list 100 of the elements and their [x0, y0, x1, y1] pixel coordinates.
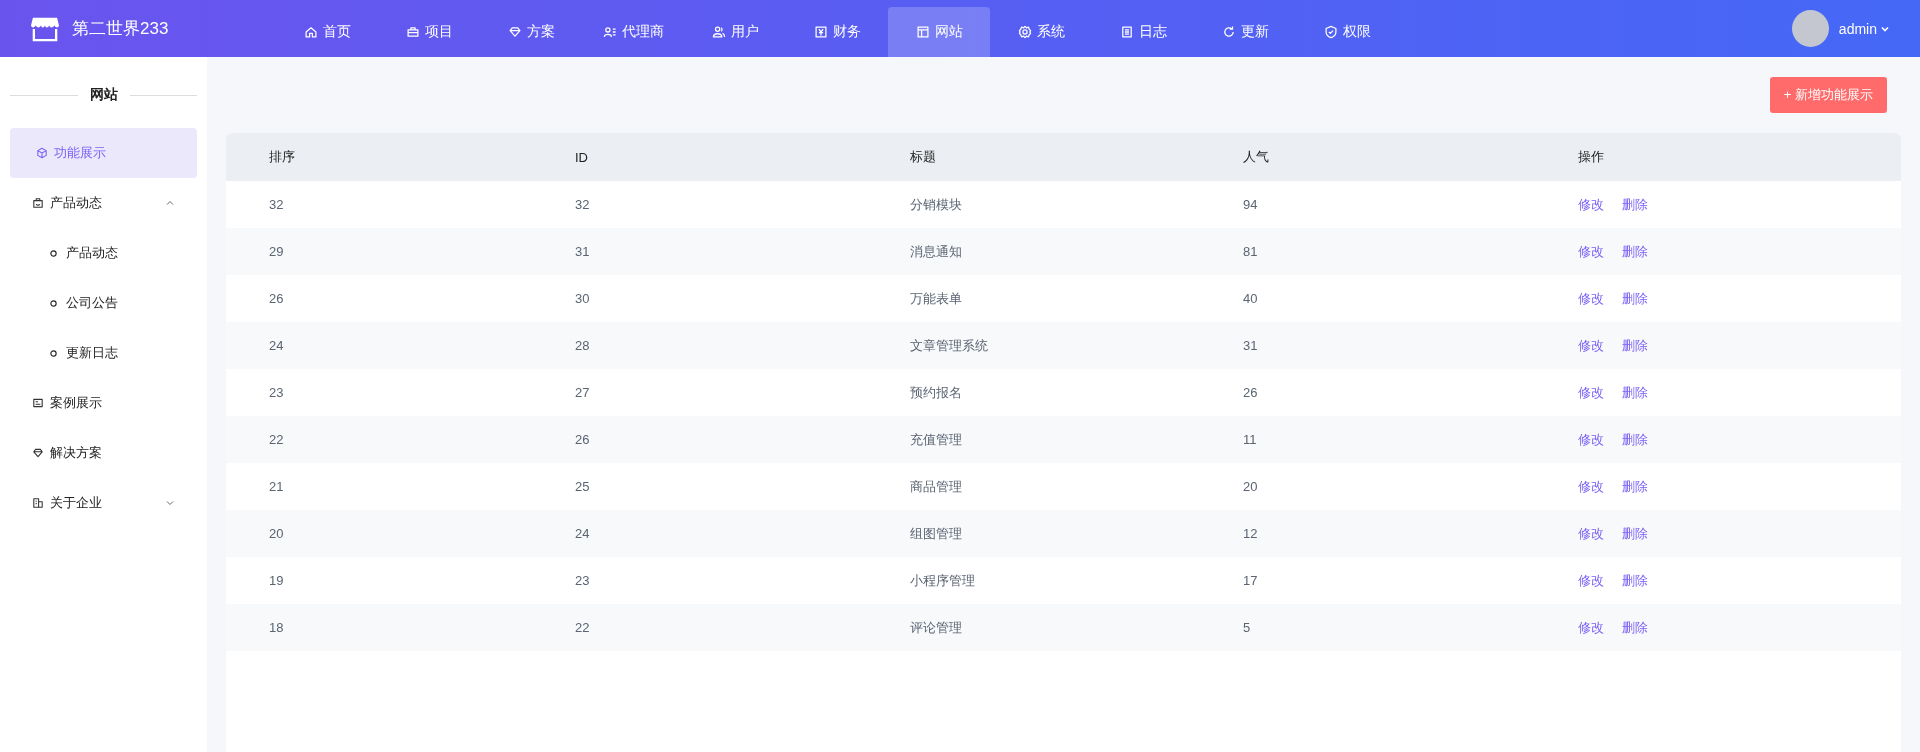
table-cell-text: 预约报名	[909, 383, 963, 402]
sidebar-item[interactable]: 关于企业	[10, 478, 197, 528]
sidebar-title: 网站	[89, 86, 118, 104]
table-cell-text: 商品管理	[909, 477, 963, 496]
table-cell-text: 分销模块	[909, 195, 963, 214]
nav-tab[interactable]: 用户	[684, 7, 786, 57]
table-cell-text: 27	[574, 385, 591, 400]
chevron-up-icon	[165, 198, 175, 208]
diamond-icon	[32, 447, 44, 459]
nav-tab[interactable]: 项目	[378, 7, 480, 57]
table-cell-text: 22	[268, 432, 285, 447]
table-cell-text: 17	[1242, 573, 1259, 588]
action-link[interactable]: 删除	[1622, 242, 1648, 261]
add-button[interactable]: + 新增功能展示	[1769, 77, 1887, 113]
action-link[interactable]: 删除	[1622, 289, 1648, 308]
sidebar-subitem[interactable]: 公司公告	[10, 278, 197, 328]
table-cell-text: 29	[268, 244, 285, 259]
action-link[interactable]: 修改	[1578, 618, 1604, 637]
table-cell-text: 评论管理	[909, 618, 963, 637]
nav-tab[interactable]: 方案	[480, 7, 582, 57]
action-link[interactable]: 删除	[1622, 477, 1648, 496]
nav-tab[interactable]: 权限	[1296, 7, 1398, 57]
nav-tab[interactable]: 首页	[276, 7, 378, 57]
nav-tab[interactable]: 代理商	[582, 7, 684, 57]
table-cell-text: 24	[268, 338, 285, 353]
table-cell-text: 18	[268, 620, 285, 635]
table-cell-text: 22	[574, 620, 591, 635]
action-link[interactable]: 删除	[1622, 618, 1648, 637]
table-cell-text: 94	[1242, 197, 1259, 212]
action-link[interactable]: 修改	[1578, 289, 1604, 308]
action-link[interactable]: 修改	[1578, 524, 1604, 543]
column-header: 标题	[909, 148, 937, 166]
action-link[interactable]: 删除	[1622, 430, 1648, 449]
settings-icon	[1017, 25, 1032, 39]
sidebar-subitem[interactable]: 产品动态	[10, 228, 197, 278]
refresh-icon	[1221, 25, 1236, 39]
nav-tab[interactable]: 网站	[888, 7, 990, 57]
shield-icon	[1323, 25, 1338, 39]
table-cell-text: 消息通知	[909, 242, 963, 261]
chevron-down-icon	[165, 498, 175, 508]
table-cell-text: 32	[574, 197, 591, 212]
avatar[interactable]	[1791, 10, 1829, 47]
sidebar-item[interactable]: 解决方案	[10, 428, 197, 478]
action-link[interactable]: 修改	[1578, 430, 1604, 449]
briefcase-icon	[405, 25, 420, 39]
table-cell-text: 26	[574, 432, 591, 447]
action-link[interactable]: 修改	[1578, 383, 1604, 402]
table-cell-text: 组图管理	[909, 524, 963, 543]
table-cell-text: 30	[574, 291, 591, 306]
users-icon	[711, 25, 726, 39]
sidebar-item[interactable]: 产品动态	[10, 178, 197, 228]
yen-icon	[813, 25, 828, 39]
cube-icon	[36, 147, 48, 159]
table-cell-text: 32	[268, 197, 285, 212]
card-icon	[32, 397, 44, 409]
column-header: 排序	[268, 148, 296, 166]
action-link[interactable]: 修改	[1578, 477, 1604, 496]
sidebar-item[interactable]: 案例展示	[10, 378, 197, 428]
table-cell-text: 26	[1242, 385, 1259, 400]
table-cell-text: 19	[268, 573, 285, 588]
table-cell-text: 12	[1242, 526, 1259, 541]
table-cell-text: 81	[1242, 244, 1259, 259]
action-link[interactable]: 修改	[1578, 242, 1604, 261]
table-cell-text: 5	[1242, 620, 1252, 635]
store-icon	[30, 15, 60, 42]
nav-tab[interactable]: 财务	[786, 7, 888, 57]
action-link[interactable]: 删除	[1622, 571, 1648, 590]
nav-tab[interactable]: 更新	[1194, 7, 1296, 57]
table-cell-text: 万能表单	[909, 289, 963, 308]
table-cell-text: 24	[574, 526, 591, 541]
action-link[interactable]: 删除	[1622, 195, 1648, 214]
sidebar-item[interactable]: 功能展示	[10, 128, 197, 178]
brand-name: 第二世界233	[72, 18, 169, 40]
table-cell-text: 28	[574, 338, 591, 353]
table-cell-text: 充值管理	[909, 430, 963, 449]
action-link[interactable]: 修改	[1578, 195, 1604, 214]
nav-tab[interactable]: 系统	[990, 7, 1092, 57]
action-link[interactable]: 删除	[1622, 383, 1648, 402]
user-menu[interactable]: admin	[1838, 20, 1890, 37]
action-link[interactable]: 删除	[1622, 336, 1648, 355]
layout-icon	[915, 25, 930, 39]
column-header: 操作	[1577, 148, 1605, 166]
table-cell-text: 31	[1242, 338, 1259, 353]
action-link[interactable]: 删除	[1622, 524, 1648, 543]
table-cell-text: 23	[268, 385, 285, 400]
table-cell-text: 25	[574, 479, 591, 494]
table-cell-text: 40	[1242, 291, 1259, 306]
table-cell-text: 26	[268, 291, 285, 306]
circle-icon	[50, 249, 57, 257]
document-icon	[1119, 25, 1134, 39]
diamond-icon	[507, 25, 522, 39]
table-cell-text: 31	[574, 244, 591, 259]
sidebar-subitem[interactable]: 更新日志	[10, 328, 197, 378]
action-link[interactable]: 修改	[1578, 571, 1604, 590]
action-link[interactable]: 修改	[1578, 336, 1604, 355]
column-header: ID	[574, 149, 589, 165]
circle-icon	[50, 299, 57, 307]
column-header: 人气	[1242, 148, 1270, 166]
table-cell-text: 20	[268, 526, 285, 541]
nav-tab[interactable]: 日志	[1092, 7, 1194, 57]
